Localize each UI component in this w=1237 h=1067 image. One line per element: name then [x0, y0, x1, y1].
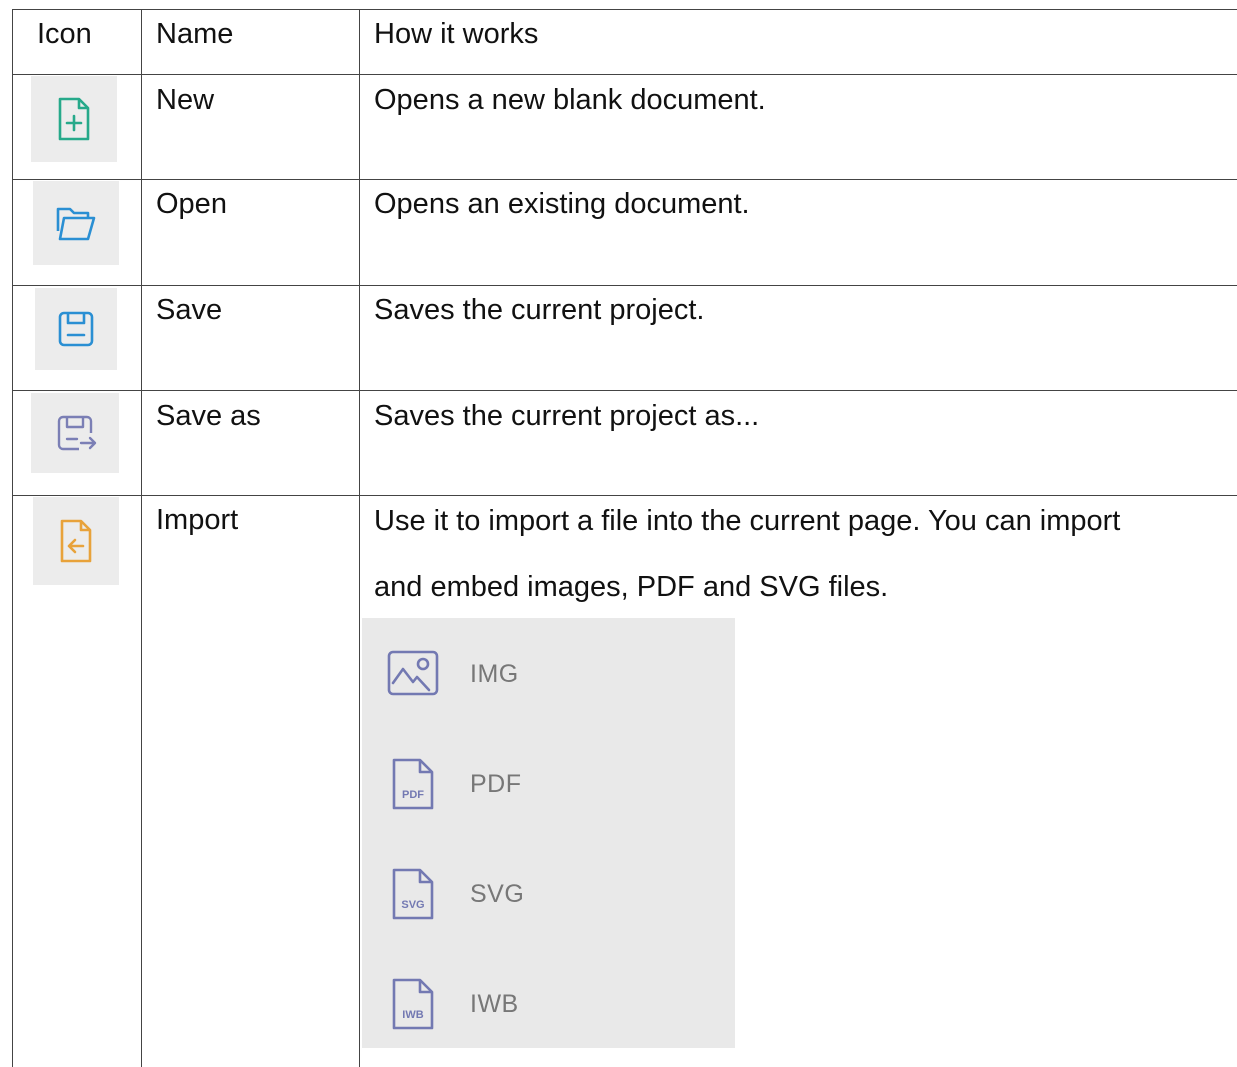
save-icon [58, 311, 94, 347]
row-name-import: Import [156, 504, 239, 536]
svg-badge: SVG [401, 899, 424, 911]
import-icon-tile[interactable] [33, 497, 119, 585]
pdf-file-icon: PDF [392, 758, 434, 810]
row-desc-import: Use it to import a file into the current… [374, 505, 1121, 603]
iwb-badge: IWB [402, 1009, 423, 1021]
new-file-icon [58, 97, 90, 141]
header-icon: Icon [37, 18, 92, 50]
import-menu-item-iwb[interactable]: IWB IWB [386, 974, 519, 1034]
import-label-pdf: PDF [470, 769, 522, 798]
row-desc-new: Opens a new blank document. [374, 84, 766, 116]
iwb-file-icon: IWB [392, 978, 434, 1030]
row-desc-open: Opens an existing document. [374, 188, 750, 220]
import-label-iwb: IWB [470, 989, 519, 1018]
save-icon-tile[interactable] [35, 288, 117, 370]
column-divider [359, 10, 360, 1067]
row-divider [13, 285, 1237, 286]
new-icon-tile[interactable] [31, 76, 117, 162]
row-desc-save-as: Saves the current project as... [374, 400, 760, 432]
import-menu-item-pdf[interactable]: PDF PDF [386, 754, 522, 814]
header-name: Name [156, 18, 234, 50]
header-how-it-works: How it works [374, 18, 539, 50]
column-divider [141, 10, 142, 1067]
save-as-icon [57, 415, 97, 451]
import-menu-item-img[interactable]: IMG [386, 644, 519, 704]
open-folder-icon [56, 207, 96, 241]
import-label-svg: SVG [470, 879, 525, 908]
row-desc-save: Saves the current project. [374, 294, 705, 326]
row-name-save-as: Save as [156, 400, 261, 432]
image-file-icon [387, 650, 439, 696]
row-name-open: Open [156, 188, 227, 220]
save-as-icon-tile[interactable] [31, 393, 119, 473]
row-divider [13, 179, 1237, 180]
import-label-img: IMG [470, 659, 519, 688]
import-icon [60, 519, 92, 563]
import-menu-item-svg[interactable]: SVG SVG [386, 864, 524, 924]
row-divider [13, 74, 1237, 75]
row-divider [13, 390, 1237, 391]
open-icon-tile[interactable] [33, 181, 119, 265]
row-name-new: New [156, 84, 215, 116]
import-menu: IMG PDF PDF SVG SVG IWB IWB [362, 618, 735, 1048]
row-name-save: Save [156, 294, 223, 326]
svg-file-icon: SVG [392, 868, 434, 920]
pdf-badge: PDF [402, 789, 424, 801]
